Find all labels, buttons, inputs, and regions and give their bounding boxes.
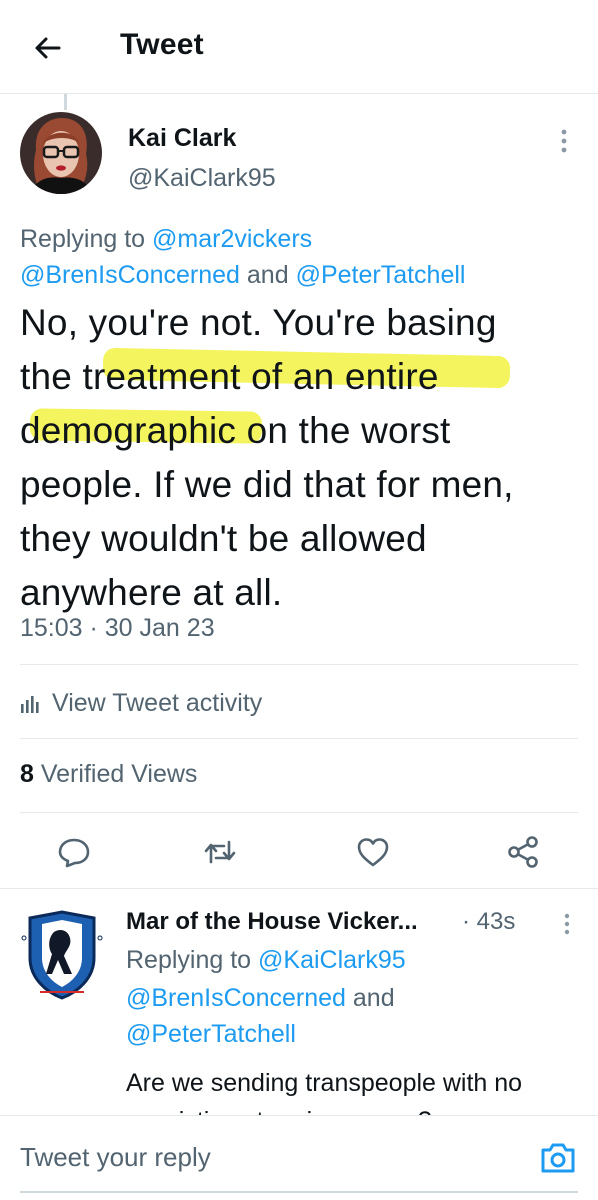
- composer-underline: [20, 1191, 578, 1193]
- reply-avatar[interactable]: [20, 908, 104, 1000]
- divider: [20, 738, 578, 739]
- reply-input[interactable]: Tweet your reply: [20, 1142, 211, 1173]
- reply-replying-to-line: @PeterTatchell: [126, 1020, 296, 1049]
- tweet-text-line: anywhere at all.: [20, 572, 283, 613]
- and-label: and: [246, 261, 289, 289]
- mention-link[interactable]: @BrenIsConcerned: [20, 261, 240, 289]
- analytics-bars-icon: [21, 696, 39, 713]
- replying-to-label: Replying to: [126, 946, 252, 974]
- reply-composer: Tweet your reply: [0, 1115, 598, 1200]
- camera-button[interactable]: [538, 1140, 578, 1176]
- retweet-button[interactable]: [202, 834, 238, 870]
- more-options-button[interactable]: [552, 128, 576, 154]
- share-icon: [508, 836, 538, 868]
- and-label: and: [352, 984, 395, 1012]
- divider: [20, 664, 578, 665]
- replying-to-label: Replying to: [20, 225, 146, 253]
- avatar[interactable]: [20, 112, 102, 194]
- tweet-text-line: people. If we did that for men,: [20, 464, 514, 505]
- thread-connector-line: [64, 94, 67, 110]
- mention-link[interactable]: @KaiClark95: [258, 946, 406, 974]
- views-number: 8: [20, 760, 34, 788]
- comment-icon: [58, 838, 90, 868]
- mention-link[interactable]: @BrenIsConcerned: [126, 984, 346, 1012]
- tweet-text-line: the treatment of an entire: [20, 356, 439, 397]
- mention-link[interactable]: @mar2vickers: [152, 225, 312, 253]
- back-button[interactable]: [30, 30, 66, 66]
- reply-time[interactable]: · 43s: [462, 908, 515, 936]
- activity-label: View Tweet activity: [52, 688, 263, 717]
- retweet-icon: [204, 840, 236, 864]
- section-divider: [0, 888, 598, 889]
- tweet-text-line: No, you're not. You're basing: [20, 302, 497, 343]
- author-name[interactable]: Kai Clark: [128, 124, 236, 153]
- reply-replying-to-line: Replying to @KaiClark95: [126, 946, 406, 975]
- views-label: Verified Views: [40, 760, 198, 788]
- more-vertical-icon: [561, 129, 567, 153]
- tweet-text-line: they wouldn't be allowed: [20, 518, 427, 559]
- reply-button[interactable]: [56, 834, 92, 870]
- share-button[interactable]: [505, 834, 541, 870]
- replying-to-line: @BrenIsConcerned and @PeterTatchell: [20, 261, 465, 290]
- avatar-photo: [20, 112, 102, 194]
- tweet-text-line: demographic on the worst: [20, 410, 451, 451]
- shield-crest-image: [21, 910, 103, 1000]
- more-vertical-icon: [564, 913, 570, 935]
- camera-icon: [541, 1143, 575, 1173]
- view-tweet-activity-link[interactable]: View Tweet activity: [20, 686, 262, 720]
- divider: [20, 812, 578, 813]
- arrow-left-icon: [35, 37, 61, 59]
- reply-more-button[interactable]: [556, 912, 578, 936]
- top-app-bar: Tweet: [0, 0, 598, 94]
- reply-replying-to-line: @BrenIsConcerned and: [126, 984, 395, 1013]
- mention-link[interactable]: @PeterTatchell: [126, 1020, 296, 1048]
- mention-link[interactable]: @PeterTatchell: [296, 261, 466, 289]
- replying-to-line: Replying to @mar2vickers: [20, 225, 312, 254]
- page-title: Tweet: [120, 28, 204, 61]
- reply-author-name[interactable]: Mar of the House Vicker...: [126, 908, 418, 936]
- tweet-timestamp[interactable]: 15:03 · 30 Jan 23: [20, 614, 215, 643]
- tweet-text: No, you're not. You're basing the treatm…: [20, 296, 580, 620]
- author-handle[interactable]: @KaiClark95: [128, 164, 276, 193]
- like-button[interactable]: [355, 834, 391, 870]
- views-count: 8 Verified Views: [20, 760, 197, 789]
- heart-icon: [357, 838, 389, 867]
